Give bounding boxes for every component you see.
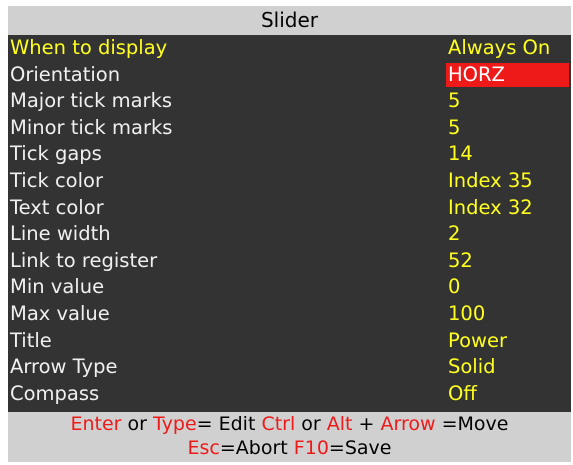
row-label: Tick gaps [10, 142, 102, 166]
row-label: Major tick marks [10, 89, 173, 113]
row-value-selected[interactable]: HORZ [446, 62, 569, 87]
row-value[interactable]: 5 [446, 116, 569, 140]
row-value[interactable]: 52 [446, 249, 569, 273]
row-label: Minor tick marks [10, 115, 173, 139]
row-major-tick-marks[interactable]: Major tick marks 5 [8, 88, 571, 115]
row-arrow-type[interactable]: Arrow Type Solid [8, 354, 571, 381]
dialog-title: Slider [8, 6, 571, 35]
row-value[interactable]: 2 [446, 222, 569, 246]
row-orientation[interactable]: Orientation HORZ [8, 62, 571, 89]
row-value[interactable]: 100 [446, 302, 569, 326]
row-label: Text color [10, 195, 104, 219]
key-help-bar: Enter or Type= Edit Ctrl or Alt + Arrow … [8, 412, 571, 462]
row-label: Compass [10, 381, 100, 405]
row-label: Min value [10, 275, 105, 299]
help-text: + [352, 413, 381, 435]
row-value[interactable]: 5 [446, 89, 569, 113]
row-label: Max value [10, 301, 110, 325]
row-title[interactable]: Title Power [8, 328, 571, 355]
row-compass[interactable]: Compass Off [8, 381, 571, 408]
row-label: Tick color [10, 168, 103, 192]
row-tick-color[interactable]: Tick color Index 35 [8, 168, 571, 195]
row-label: Orientation [10, 62, 121, 86]
row-line-width[interactable]: Line width 2 [8, 221, 571, 248]
key-esc: Esc [187, 437, 220, 459]
row-value[interactable]: Index 35 [446, 169, 569, 193]
row-when-to-display[interactable]: When to display Always On [8, 35, 571, 62]
row-value[interactable]: Solid [446, 355, 569, 379]
help-text: = Edit [196, 413, 262, 435]
help-text: or [121, 413, 154, 435]
row-label: Arrow Type [10, 355, 118, 379]
help-text: =Move [435, 413, 509, 435]
help-line-2: Esc=Abort F10=Save [8, 436, 571, 460]
key-arrow: Arrow [380, 413, 436, 435]
row-label: Link to register [10, 248, 158, 272]
key-type: Type [153, 413, 197, 435]
row-max-value[interactable]: Max value 100 [8, 301, 571, 328]
help-text: =Abort [219, 437, 294, 459]
row-tick-gaps[interactable]: Tick gaps 14 [8, 141, 571, 168]
row-value[interactable]: Always On [446, 36, 569, 60]
settings-list: When to display Always On Orientation HO… [8, 35, 571, 407]
row-min-value[interactable]: Min value 0 [8, 274, 571, 301]
key-alt: Alt [326, 413, 353, 435]
row-minor-tick-marks[interactable]: Minor tick marks 5 [8, 115, 571, 142]
row-value[interactable]: Power [446, 329, 569, 353]
help-line-1: Enter or Type= Edit Ctrl or Alt + Arrow … [8, 412, 571, 436]
row-text-color[interactable]: Text color Index 32 [8, 195, 571, 222]
row-value[interactable]: Index 32 [446, 196, 569, 220]
row-label: Line width [10, 222, 111, 246]
row-value[interactable]: Off [446, 382, 569, 406]
row-label: Title [10, 328, 52, 352]
row-value[interactable]: 0 [446, 275, 569, 299]
key-f10: F10 [293, 437, 329, 459]
row-value[interactable]: 14 [446, 142, 569, 166]
help-text: =Save [328, 437, 392, 459]
row-label: When to display [10, 36, 168, 59]
key-ctrl: Ctrl [261, 413, 296, 435]
row-link-to-register[interactable]: Link to register 52 [8, 248, 571, 275]
help-text: or [295, 413, 327, 435]
key-enter: Enter [70, 413, 122, 435]
slider-dialog: Slider When to display Always On Orienta… [8, 6, 571, 462]
